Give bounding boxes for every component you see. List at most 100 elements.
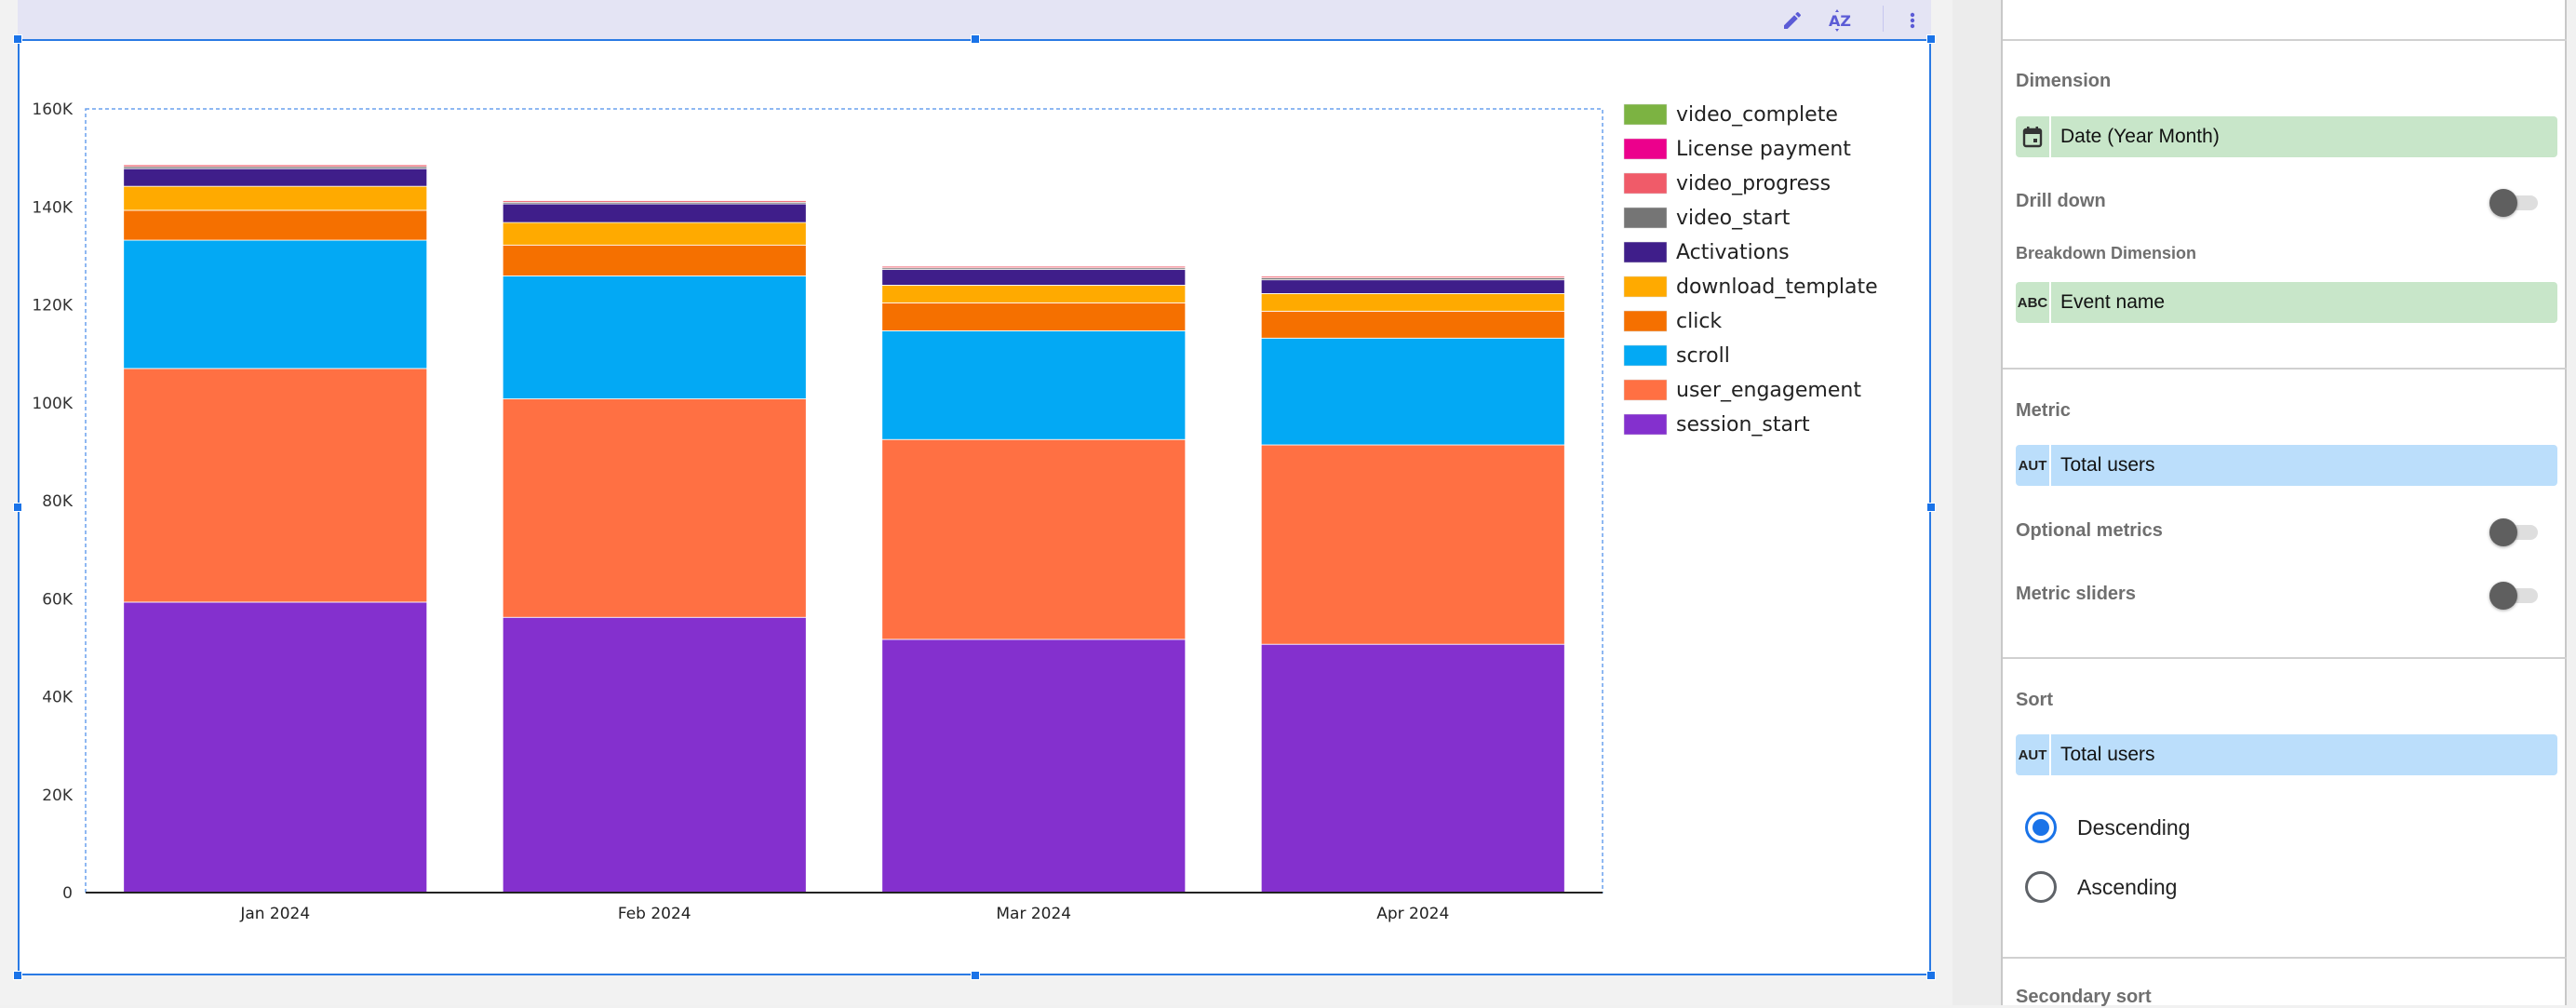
y-tick-label: 160K xyxy=(32,101,73,119)
breakdown-dimension-field[interactable]: ABC Event name xyxy=(2016,282,2557,323)
toolbar-separator xyxy=(1883,6,1884,32)
number-type-icon: AUT xyxy=(2016,734,2051,775)
metric-sliders-toggle[interactable] xyxy=(2489,582,2543,610)
y-tick-label: 60K xyxy=(42,590,74,609)
section-divider xyxy=(2003,957,2567,959)
bar-segment-scroll xyxy=(502,276,807,399)
legend-label: download_template xyxy=(1676,276,1878,299)
bar-segment-video_complete xyxy=(881,264,1187,267)
resize-handle-top-right[interactable] xyxy=(1926,34,1936,44)
x-tick-label: Jan 2024 xyxy=(239,905,310,923)
bar-segment-download_template xyxy=(502,222,807,246)
optional-metrics-toggle[interactable] xyxy=(2489,518,2543,546)
properties-panel: Dimension Date (Year Month) Drill down B… xyxy=(2003,0,2567,1007)
optional-metrics-label: Optional metrics xyxy=(2016,520,2163,541)
bar-segment-video_complete xyxy=(502,199,807,201)
bar-segment-session_start xyxy=(1260,643,1565,894)
section-divider xyxy=(2003,657,2567,659)
bar-segment-session_start xyxy=(502,616,807,894)
resize-handle-right[interactable] xyxy=(1926,503,1936,512)
metric-label: Metric xyxy=(2016,400,2071,421)
legend-label: video_start xyxy=(1676,207,1791,230)
legend-swatch xyxy=(1623,172,1668,195)
resize-handle-top-left[interactable] xyxy=(13,34,22,44)
y-tick-label: 0 xyxy=(62,884,73,903)
legend-swatch xyxy=(1623,310,1668,332)
legend-label: click xyxy=(1676,310,1722,333)
svg-text:AZ: AZ xyxy=(1829,12,1851,30)
bar-segment-scroll xyxy=(1260,337,1565,446)
legend-swatch xyxy=(1623,413,1668,436)
x-tick-label: Feb 2024 xyxy=(618,905,691,923)
legend-swatch xyxy=(1623,138,1668,160)
bar-segment-video_complete xyxy=(123,163,428,166)
legend-label: user_engagement xyxy=(1676,379,1861,402)
legend-swatch xyxy=(1623,241,1668,263)
sort-descending-option[interactable]: Descending xyxy=(2025,812,2190,843)
sort-ascending-option[interactable]: Ascending xyxy=(2025,871,2177,903)
canvas-scrollbar-gutter xyxy=(1952,0,2003,1005)
legend-label: Activations xyxy=(1676,241,1790,264)
legend-swatch xyxy=(1623,103,1668,126)
y-tick-label: 80K xyxy=(42,492,74,511)
bar-segment-activations xyxy=(502,203,807,223)
legend-label: scroll xyxy=(1676,344,1730,368)
report-canvas: AZ 0 20K 40K 60K 80K 100K 120K 140K 160K Jan 2024… xyxy=(0,0,1952,1005)
y-tick-label: 140K xyxy=(32,198,73,217)
bar-segment-activations xyxy=(1260,279,1565,294)
edit-icon[interactable] xyxy=(1779,7,1805,34)
chart-toolbar: AZ xyxy=(18,0,1931,39)
stacked-bar-chart[interactable]: 0 20K 40K 60K 80K 100K 120K 140K 160K Jan 2024 Feb… xyxy=(18,39,1931,975)
dimension-field[interactable]: Date (Year Month) xyxy=(2016,116,2557,157)
legend-swatch xyxy=(1623,276,1668,298)
drill-down-label: Drill down xyxy=(2016,191,2106,211)
calendar-icon xyxy=(2016,116,2051,157)
metric-value: Total users xyxy=(2060,454,2155,476)
breakdown-dimension-label: Breakdown Dimension xyxy=(2016,244,2197,262)
number-type-icon: AUT xyxy=(2016,445,2051,486)
bar-segment-user_engagement xyxy=(1260,444,1565,645)
legend-label: session_start xyxy=(1676,413,1810,437)
legend-label: video_progress xyxy=(1676,172,1831,195)
bar-segment-download_template xyxy=(123,185,428,211)
y-tick-label: 40K xyxy=(42,689,74,707)
y-tick-label: 20K xyxy=(42,786,74,805)
resize-handle-bottom-left[interactable] xyxy=(13,971,22,980)
bar-segment-user_engagement xyxy=(502,398,807,618)
bar-segment-click xyxy=(123,209,428,241)
y-tick-label: 120K xyxy=(32,297,73,316)
legend-label: video_complete xyxy=(1676,103,1838,127)
x-tick-label: Mar 2024 xyxy=(996,905,1071,923)
bar-segment-session_start xyxy=(123,601,428,894)
bar-segment-click xyxy=(1260,310,1565,339)
resize-handle-left[interactable] xyxy=(13,503,22,512)
metric-field[interactable]: AUT Total users xyxy=(2016,445,2557,486)
drill-down-toggle[interactable] xyxy=(2489,189,2543,217)
legend-swatch xyxy=(1623,344,1668,367)
bar-segment-session_start xyxy=(881,638,1187,894)
bar-segment-user_engagement xyxy=(123,368,428,603)
text-type-icon: ABC xyxy=(2016,282,2051,323)
chart-svg: 0 20K 40K 60K 80K 100K 120K 140K 160K Jan 2024 Feb… xyxy=(32,101,1878,923)
bar-segment-user_engagement xyxy=(881,438,1187,640)
bar-segment-scroll xyxy=(881,329,1187,440)
section-divider xyxy=(2003,39,2567,41)
radio-ascending[interactable] xyxy=(2025,871,2057,903)
sort-value: Total users xyxy=(2060,744,2155,765)
radio-descending[interactable] xyxy=(2025,812,2057,843)
metric-sliders-label: Metric sliders xyxy=(2016,584,2136,604)
legend-swatch xyxy=(1623,379,1668,401)
section-divider xyxy=(2003,368,2567,370)
sort-az-icon[interactable]: AZ xyxy=(1827,7,1853,34)
resize-handle-bottom[interactable] xyxy=(971,971,980,980)
bar-segment-download_template xyxy=(881,285,1187,303)
sort-field[interactable]: AUT Total users xyxy=(2016,734,2557,775)
resize-handle-top[interactable] xyxy=(971,34,980,44)
descending-label: Descending xyxy=(2077,814,2191,840)
resize-handle-bottom-right[interactable] xyxy=(1926,971,1936,980)
breakdown-dimension-value: Event name xyxy=(2060,291,2166,313)
bar-segment-download_template xyxy=(1260,292,1565,312)
bar-segment-scroll xyxy=(123,239,428,370)
more-vert-icon[interactable] xyxy=(1899,7,1925,34)
ascending-label: Ascending xyxy=(2077,874,2178,899)
